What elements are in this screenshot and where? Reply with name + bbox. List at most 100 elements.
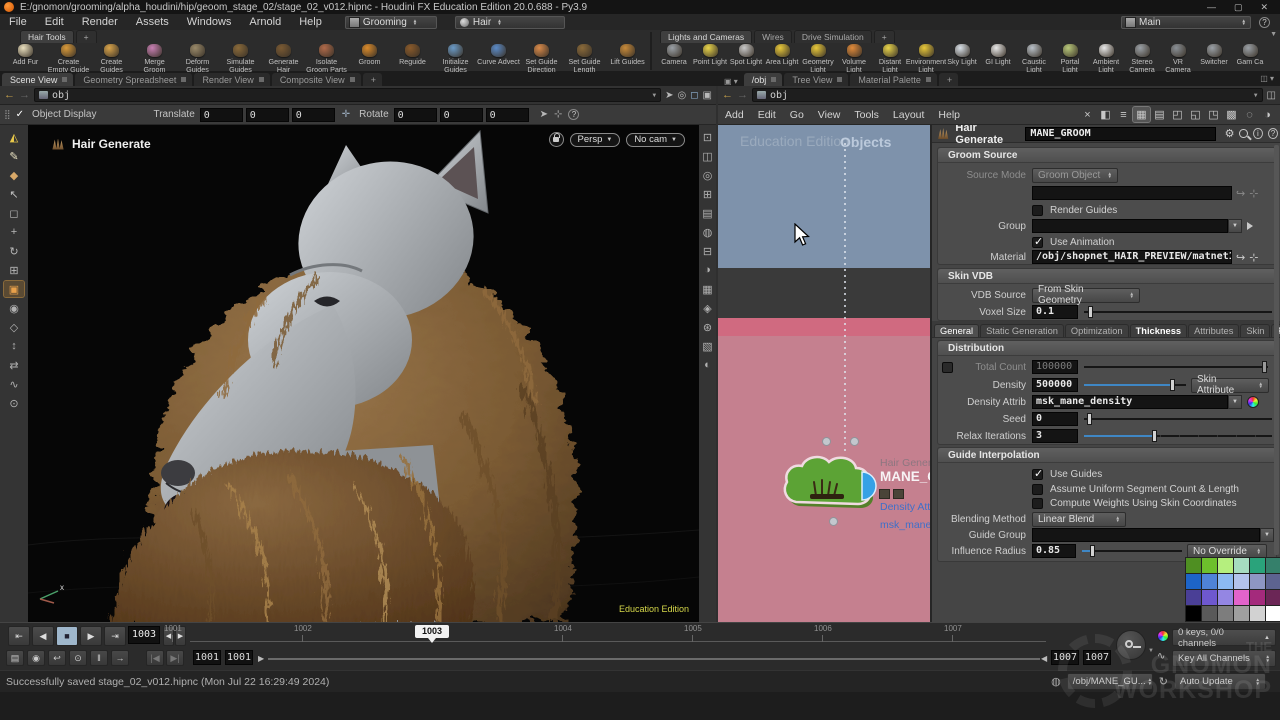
attrib-menu-icon[interactable]: ▼ bbox=[1228, 395, 1242, 409]
menu-windows[interactable]: Windows bbox=[178, 16, 241, 28]
image-view-icon[interactable]: ◰ bbox=[1169, 107, 1186, 122]
display-lights-icon[interactable]: ◍ bbox=[700, 224, 715, 240]
guide-group-field[interactable] bbox=[1032, 528, 1260, 542]
relax-iterations-field[interactable]: 3 bbox=[1032, 429, 1078, 443]
pane-tab-tree-view[interactable]: Tree View bbox=[784, 73, 848, 86]
shelf-tool-merge-groom-objects[interactable]: Merge Groom Objects bbox=[133, 43, 176, 72]
shelf-tool-initialize-guides[interactable]: Initialize Guides bbox=[434, 43, 477, 72]
range-end2-field[interactable]: 1007 bbox=[1083, 650, 1111, 665]
tab-optimization[interactable]: Optimization bbox=[1065, 324, 1129, 337]
compute-weights-checkbox[interactable] bbox=[1032, 498, 1043, 509]
screen-brush-icon[interactable]: ⊙ bbox=[4, 395, 24, 411]
color-swatch[interactable] bbox=[1250, 606, 1265, 621]
hierarchy-icon[interactable]: ◧ bbox=[1097, 107, 1114, 122]
pane-tab-render-view[interactable]: Render View bbox=[194, 73, 269, 86]
node-lock-icon[interactable] bbox=[894, 490, 903, 498]
close-button[interactable]: ✕ bbox=[1260, 2, 1268, 13]
node-flag-icon[interactable] bbox=[880, 490, 889, 498]
display-background-icon[interactable]: ⊛ bbox=[700, 319, 715, 335]
sticky-note-icon[interactable]: ◱ bbox=[1187, 107, 1204, 122]
object-display-label[interactable]: Object Display bbox=[32, 109, 96, 120]
translate-x-field[interactable]: 0 bbox=[200, 108, 243, 122]
keys-info-box[interactable]: 0 keys, 0/0 channels▲ bbox=[1172, 629, 1276, 646]
display-info-icon[interactable]: ◐ bbox=[700, 357, 715, 373]
color-swatch[interactable] bbox=[1266, 574, 1280, 589]
pane-tab-composite-view[interactable]: Composite View bbox=[272, 73, 361, 86]
global-range-icon[interactable]: → bbox=[111, 650, 129, 666]
list-view-icon[interactable]: ≡ bbox=[1115, 107, 1132, 122]
menu-file[interactable]: File bbox=[0, 16, 36, 28]
camera-button[interactable]: No cam▼ bbox=[626, 133, 685, 147]
material-field[interactable]: /obj/shopnet_HAIR_PREVIEW/matnet1/hairsh… bbox=[1032, 250, 1232, 264]
color-swatch[interactable] bbox=[1234, 574, 1249, 589]
snapshot-icon[interactable]: ◻ bbox=[690, 90, 698, 101]
range-limit-right-icon[interactable]: ▶| bbox=[166, 650, 184, 666]
grid-view-icon[interactable]: ▤ bbox=[1151, 107, 1168, 122]
range-end-marker[interactable]: ◀ bbox=[1041, 654, 1047, 663]
shelf-tool-simulate-guides[interactable]: Simulate Guides bbox=[219, 43, 262, 72]
current-frame-flag[interactable]: 1003 bbox=[415, 625, 449, 638]
tools-icon[interactable]: × bbox=[1079, 107, 1096, 122]
play-button[interactable]: ▶ bbox=[80, 626, 102, 646]
voxel-size-field[interactable]: 0.1 bbox=[1032, 305, 1078, 319]
shelf-tool-set-guide-direction[interactable]: Set Guide Direction bbox=[520, 43, 563, 72]
total-count-toggle[interactable] bbox=[942, 362, 953, 373]
range-start2-field[interactable]: 1001 bbox=[225, 650, 253, 665]
close-icon[interactable] bbox=[259, 77, 264, 82]
rotate-y-field[interactable]: 0 bbox=[440, 108, 483, 122]
skin-vdb-header[interactable]: Skin VDB bbox=[938, 269, 1276, 284]
info-icon[interactable]: i bbox=[1253, 128, 1263, 139]
update-mode-dropdown[interactable]: Auto Update▲▼ bbox=[1174, 673, 1266, 690]
shelf-tab-hair-tools[interactable]: Hair Tools bbox=[20, 30, 74, 43]
display-grid-icon[interactable]: ▤ bbox=[700, 205, 715, 221]
pane-tab-[interactable]: + bbox=[939, 73, 958, 86]
sculpt-tool-icon[interactable]: ◆ bbox=[4, 167, 24, 183]
snap-tool-icon[interactable]: ◇ bbox=[4, 319, 24, 335]
total-count-field[interactable]: 100000 bbox=[1032, 360, 1078, 374]
scale-tool-icon[interactable]: ⊞ bbox=[4, 262, 24, 278]
shelf-tool-gi-light[interactable]: GI Light bbox=[980, 43, 1016, 66]
display-cameras-icon[interactable]: ⊟ bbox=[700, 243, 715, 259]
color-swatch[interactable] bbox=[1266, 558, 1280, 573]
shelf-tool-vr-camera[interactable]: VR Camera bbox=[1160, 43, 1196, 72]
range-bar[interactable] bbox=[268, 658, 1040, 660]
radial-menu-selector[interactable]: Hair ▲▼ bbox=[455, 16, 565, 29]
shelf-tool-create-guides[interactable]: Create Guides bbox=[90, 43, 133, 72]
use-animation-checkbox[interactable] bbox=[1032, 237, 1043, 248]
color-swatch[interactable] bbox=[1234, 558, 1249, 573]
range-limit-left-icon[interactable]: |◀ bbox=[146, 650, 164, 666]
audio-options-icon[interactable]: ◉ bbox=[27, 650, 45, 666]
network-menu-edit[interactable]: Edit bbox=[751, 109, 783, 121]
back-icon[interactable]: ← bbox=[4, 89, 15, 101]
hop-path-icon[interactable]: ↪ bbox=[1236, 187, 1245, 200]
tab-thickness[interactable]: Thickness bbox=[1130, 324, 1187, 337]
paint-tool-icon[interactable]: ✎ bbox=[4, 148, 24, 164]
shelf-tool-deform-guides[interactable]: Deform Guides bbox=[176, 43, 219, 72]
shelf-tool-point-light[interactable]: Point Light bbox=[692, 43, 728, 66]
color-swatch[interactable] bbox=[1218, 558, 1233, 573]
pane-tab-scene-view[interactable]: Scene View bbox=[2, 73, 73, 86]
node-name-label[interactable]: MANE_GROOM bbox=[880, 469, 930, 484]
playbar-display-options-icon[interactable]: ▤ bbox=[6, 650, 24, 666]
color-swatch[interactable] bbox=[1266, 590, 1280, 605]
color-swatch[interactable] bbox=[1218, 574, 1233, 589]
rotate-z-field[interactable]: 0 bbox=[486, 108, 529, 122]
color-swatch[interactable] bbox=[1218, 590, 1233, 605]
color-swatch[interactable] bbox=[1250, 590, 1265, 605]
blending-method-dropdown[interactable]: Linear Blend ▲▼ bbox=[1032, 512, 1126, 527]
shelf-tool-switcher[interactable]: Switcher bbox=[1196, 43, 1232, 66]
menu-help[interactable]: Help bbox=[290, 16, 331, 28]
move-tool-icon[interactable]: + bbox=[4, 224, 24, 240]
rotate-x-field[interactable]: 0 bbox=[394, 108, 437, 122]
object-display-check-icon[interactable]: ✓ bbox=[16, 109, 24, 120]
bread-crumb-icon[interactable]: ▩ bbox=[1223, 107, 1240, 122]
forward-icon[interactable]: → bbox=[19, 89, 30, 101]
shelf-tab-[interactable]: + bbox=[874, 30, 895, 43]
gear-icon[interactable]: ⚙ bbox=[1225, 127, 1235, 140]
close-icon[interactable] bbox=[837, 77, 842, 82]
node-name-field[interactable] bbox=[1025, 127, 1215, 141]
network-menu-layout[interactable]: Layout bbox=[886, 109, 932, 121]
shelf-tab-[interactable]: + bbox=[76, 30, 97, 43]
use-guides-checkbox[interactable] bbox=[1032, 469, 1043, 480]
translate-z-field[interactable]: 0 bbox=[292, 108, 335, 122]
